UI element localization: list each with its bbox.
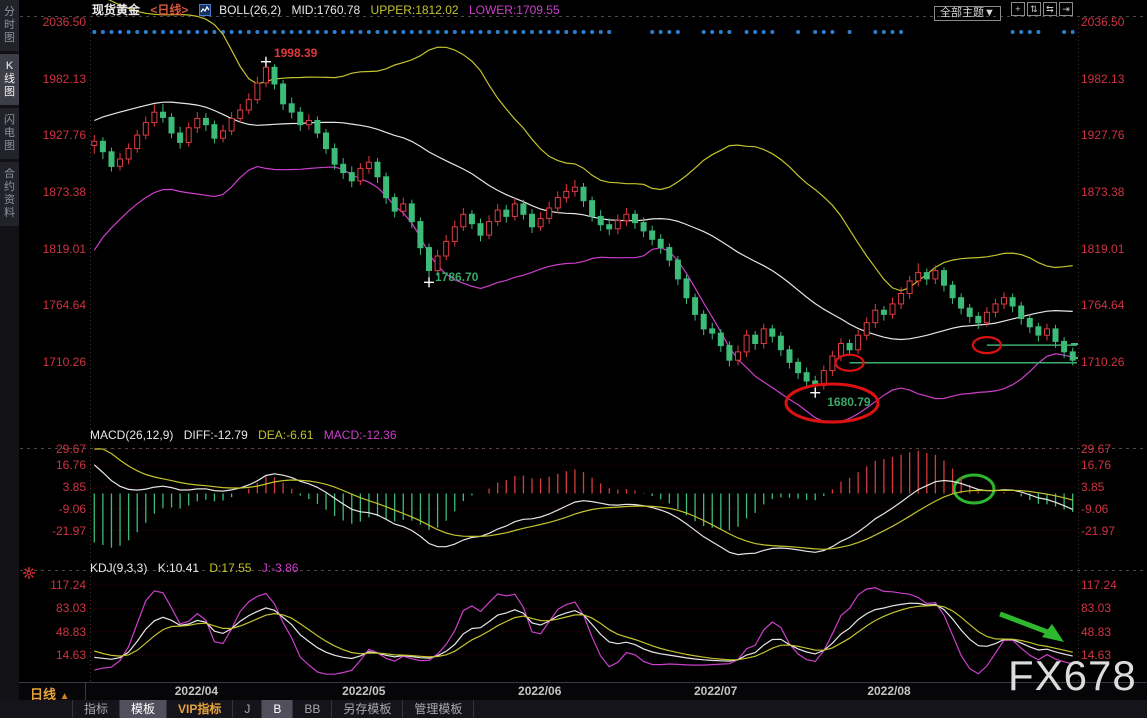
boll-mid-value: MID:1760.78 [291, 3, 360, 17]
y-axis-tick: 1927.76 [1081, 128, 1143, 142]
y-axis-tick: 1764.64 [22, 298, 86, 312]
sidebar-tab-4[interactable]: 合约资料 [0, 162, 19, 226]
y-axis-tick: -21.97 [22, 524, 86, 538]
kdj-k-value: K:10.41 [158, 561, 199, 575]
kdj-j-value: J:-3.86 [262, 561, 299, 575]
y-axis-tick: 1873.38 [1081, 185, 1143, 199]
y-axis-tick: 83.03 [22, 601, 86, 615]
tab-bar-spacer [0, 700, 73, 718]
boll-lower-value: LOWER:1709.55 [469, 3, 560, 17]
x-axis-tick: 2022/07 [681, 684, 751, 698]
price-annotation-1: 1998.39 [274, 46, 317, 60]
price-annotation-2: 1786.70 [435, 270, 478, 284]
x-axis-tick: 2022/08 [854, 684, 924, 698]
x-axis-tick: 2022/06 [505, 684, 575, 698]
boll-upper-value: UPPER:1812.02 [371, 3, 459, 17]
y-axis-tick: 1710.26 [1081, 355, 1143, 369]
x-axis-tick: 2022/05 [329, 684, 399, 698]
sidebar-tab-2[interactable]: K线图 [0, 54, 19, 105]
bottom-tab-5[interactable]: B [262, 700, 293, 718]
boll-label: BOLL(26,2) [219, 3, 281, 17]
kdj-d-value: D:17.55 [209, 561, 251, 575]
y-axis-tick: -9.06 [1081, 502, 1143, 516]
bottom-tab-3[interactable]: VIP指标 [167, 700, 233, 718]
y-axis-tick: 48.83 [22, 625, 86, 639]
macd-dea-value: DEA:-6.61 [258, 428, 313, 442]
y-axis-tick: 29.67 [22, 442, 86, 456]
bottom-tab-bar: 指标模板VIP指标JBBB另存模板管理模板 [0, 700, 1147, 718]
y-axis-tick: -21.97 [1081, 524, 1143, 538]
chart-canvas[interactable] [0, 0, 1147, 718]
y-axis-tick: 83.03 [1081, 601, 1143, 615]
sidebar: 分时图 K线图闪电图合约资料 [0, 0, 19, 718]
charting-app: 分时图 K线图闪电图合约资料 现货黄金 <日线> BOLL(26,2) MID:1… [0, 0, 1147, 718]
symbol-name: 现货黄金 [92, 3, 140, 17]
y-axis-tick: 1873.38 [22, 185, 86, 199]
y-axis-tick: 117.24 [22, 578, 86, 592]
macd-macd-value: MACD:-12.36 [324, 428, 397, 442]
kdj-label: KDJ(9,3,3) [90, 561, 147, 575]
bottom-tab-4[interactable]: J [233, 700, 262, 718]
y-axis-tick: 1710.26 [22, 355, 86, 369]
y-axis-tick: 16.76 [1081, 458, 1143, 472]
y-axis-tick: -9.06 [22, 502, 86, 516]
kdj-panel-header: KDJ(9,3,3) K:10.41 D:17.55 J:-3.86 [90, 561, 305, 575]
x-axis-tick: 2022/04 [161, 684, 231, 698]
y-axis-tick: 29.67 [1081, 442, 1143, 456]
boll-indicator-icon [199, 4, 211, 16]
y-axis-tick: 1982.13 [22, 72, 86, 86]
bottom-tab-2[interactable]: 模板 [120, 700, 167, 718]
vertical-scale-icon[interactable]: ⇅ [1027, 2, 1041, 16]
y-axis-tick: 1927.76 [22, 128, 86, 142]
theme-dropdown-button[interactable]: 全部主题▼ [934, 6, 1001, 21]
y-axis-tick: 14.63 [22, 648, 86, 662]
pan-tool-icon[interactable]: + [1011, 2, 1025, 16]
y-axis-tick: 48.83 [1081, 625, 1143, 639]
bottom-tab-6[interactable]: BB [293, 700, 332, 718]
period-tag: <日线> [150, 3, 188, 17]
divider [85, 683, 86, 700]
y-axis-tick: 3.85 [1081, 480, 1143, 494]
bottom-tab-8[interactable]: 管理模板 [403, 700, 474, 718]
y-axis-tick: 117.24 [1081, 578, 1143, 592]
y-axis-tick: 1819.01 [22, 242, 86, 256]
main-chart-header: 现货黄金 <日线> BOLL(26,2) MID:1760.78 UPPER:1… [92, 1, 567, 15]
chart-toolbar: 全部主题▼ +⇅⇆⇥ [934, 2, 1075, 21]
y-axis-tick: 16.76 [22, 458, 86, 472]
horizontal-scale-icon[interactable]: ⇆ [1043, 2, 1057, 16]
y-axis-tick: 2036.50 [1081, 15, 1143, 29]
fx678-watermark: FX678 [1008, 652, 1137, 700]
shift-right-icon[interactable]: ⇥ [1059, 2, 1073, 16]
bottom-tab-7[interactable]: 另存模板 [332, 700, 403, 718]
y-axis-tick: 1764.64 [1081, 298, 1143, 312]
y-axis-tick: 2036.50 [22, 15, 86, 29]
y-axis-tick: 1819.01 [1081, 242, 1143, 256]
bottom-tab-1[interactable]: 指标 [73, 700, 120, 718]
y-axis-tick: 1982.13 [1081, 72, 1143, 86]
macd-panel-header: MACD(26,12,9) DIFF:-12.79 DEA:-6.61 MACD… [90, 428, 404, 442]
sidebar-tab-1[interactable]: 分时图 [0, 0, 19, 51]
price-annotation-3: 1680.79 [827, 395, 870, 409]
sidebar-tab-3[interactable]: 闪电图 [0, 108, 19, 159]
y-axis-tick: 3.85 [22, 480, 86, 494]
macd-diff-value: DIFF:-12.79 [184, 428, 248, 442]
macd-label: MACD(26,12,9) [90, 428, 173, 442]
